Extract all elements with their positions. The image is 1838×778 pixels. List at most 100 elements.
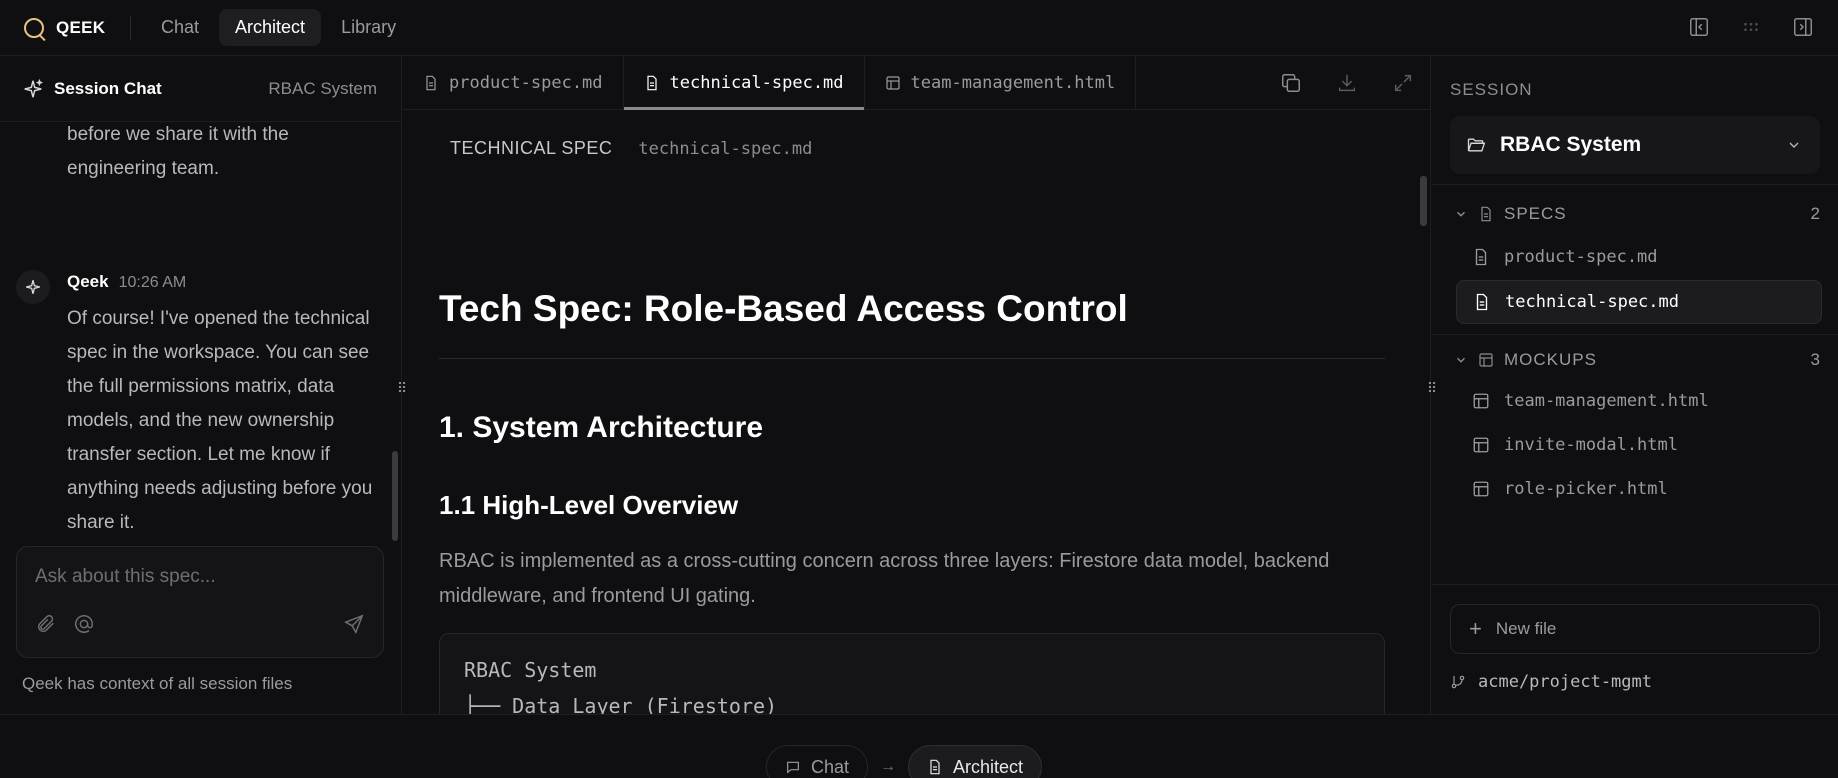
session-panel: SESSION RBAC System SPECS 2 product-spec…	[1432, 56, 1838, 714]
group-label: MOCKUPS	[1504, 350, 1597, 369]
top-right-controls	[1688, 16, 1814, 38]
group-count: 3	[1810, 350, 1820, 369]
app-root: QEEK Chat Architect Library Session Chat…	[0, 0, 1838, 778]
editor-scrollbar[interactable]	[1420, 176, 1427, 226]
chat-composer	[16, 546, 384, 658]
group-count: 2	[1810, 204, 1820, 223]
folder-icon	[1467, 138, 1486, 152]
group-mockups[interactable]: MOCKUPS 3	[1454, 350, 1820, 370]
message-time: 10:26 AM	[118, 274, 187, 291]
download-icon[interactable]	[1336, 72, 1358, 94]
editor-panel: product-spec.md technical-spec.md team-m…	[403, 56, 1431, 714]
divider	[130, 15, 131, 40]
sparkle-icon	[26, 280, 40, 294]
layout-icon	[1473, 481, 1489, 497]
sparkle-icon	[24, 78, 44, 97]
context-note: Qeek has context of all session files	[22, 674, 293, 693]
title-divider	[439, 358, 1385, 359]
code-block: RBAC System ├── Data Layer (Firestore) │…	[439, 633, 1385, 714]
editor-actions	[1280, 72, 1414, 94]
grip-dots-icon[interactable]	[1740, 16, 1762, 38]
chat-input[interactable]	[35, 563, 365, 591]
toggle-left-panel-icon[interactable]	[1688, 16, 1710, 38]
layout-icon	[1473, 393, 1489, 409]
chevron-down-icon	[1457, 357, 1465, 363]
mention-icon[interactable]	[73, 613, 95, 635]
tab-team-management[interactable]: team-management.html	[865, 56, 1137, 109]
tab-product-spec[interactable]: product-spec.md	[403, 56, 624, 109]
bottom-bar: Chat → Architect	[0, 714, 1838, 778]
arrow-right-icon: →	[880, 758, 897, 775]
file-item-product-spec[interactable]: product-spec.md	[1456, 235, 1822, 279]
send-icon[interactable]	[343, 613, 365, 635]
plus-icon: +	[1469, 616, 1482, 641]
doc-filename: technical-spec.md	[638, 139, 813, 159]
file-icon	[1481, 206, 1491, 222]
session-selector[interactable]: RBAC System	[1450, 116, 1820, 174]
file-label: invite-modal.html	[1504, 435, 1678, 455]
mode-architect-button[interactable]: Architect	[908, 745, 1043, 778]
file-item-invite-modal[interactable]: invite-modal.html	[1456, 423, 1822, 467]
session-name: RBAC System	[1500, 133, 1642, 156]
tab-label: technical-spec.md	[669, 72, 844, 93]
brand[interactable]: QEEK	[0, 17, 130, 38]
message-body: Of course! I've opened the technical spe…	[67, 308, 373, 533]
message-header: Qeek 10:26 AM	[67, 272, 186, 292]
file-icon	[1475, 248, 1487, 266]
tab-technical-spec[interactable]: technical-spec.md	[623, 56, 865, 110]
file-item-role-picker[interactable]: role-picker.html	[1456, 467, 1822, 511]
chat-messages[interactable]: before we share it with the engineering …	[0, 122, 400, 540]
session-label: SESSION	[1450, 80, 1533, 99]
chevron-down-icon	[1789, 142, 1799, 148]
file-label: role-picker.html	[1504, 479, 1668, 499]
chat-scrollbar[interactable]	[392, 451, 398, 541]
chat-context-label: RBAC System	[268, 78, 377, 98]
doc-title: Tech Spec: Role-Based Access Control	[439, 288, 1128, 329]
git-branch-icon	[1451, 675, 1465, 689]
mode-chat-button[interactable]: Chat	[766, 745, 869, 778]
file-icon	[1476, 293, 1488, 311]
expand-icon[interactable]	[1392, 72, 1414, 94]
qeek-logo-icon	[24, 17, 44, 38]
subsection-heading: 1.1 High-Level Overview	[439, 490, 739, 520]
group-specs[interactable]: SPECS 2	[1454, 204, 1820, 224]
file-tabs: product-spec.md technical-spec.md team-m…	[403, 56, 1430, 110]
nav-tab-library[interactable]: Library	[325, 9, 412, 46]
divider	[1432, 184, 1838, 185]
previous-message-text: before we share it with the engineering …	[67, 124, 289, 179]
file-label: technical-spec.md	[1505, 292, 1679, 312]
new-file-label: New file	[1495, 619, 1557, 638]
toggle-right-panel-icon[interactable]	[1792, 16, 1814, 38]
top-bar: QEEK Chat Architect Library	[0, 0, 1838, 56]
repo-link[interactable]: acme/project-mgmt	[1450, 672, 1652, 692]
chevron-down-icon	[1457, 211, 1465, 217]
chat-bubble-icon	[787, 761, 799, 774]
layout-icon	[1479, 353, 1493, 367]
paperclip-icon[interactable]	[35, 613, 57, 635]
divider	[1432, 334, 1838, 335]
file-item-team-management[interactable]: team-management.html	[1456, 379, 1822, 423]
chat-title: Session Chat	[54, 78, 162, 98]
divider	[1432, 584, 1838, 585]
file-icon	[426, 75, 436, 90]
session-chat-panel: Session Chat RBAC System before we share…	[0, 56, 402, 714]
brand-name: QEEK	[56, 17, 106, 37]
qeek-avatar	[16, 270, 50, 304]
document-content[interactable]: Tech Spec: Role-Based Access Control 1. …	[439, 166, 1385, 714]
message-author: Qeek	[67, 272, 109, 291]
overview-paragraph: RBAC is implemented as a cross-cutting c…	[439, 550, 1330, 607]
chat-header: Session Chat RBAC System	[0, 56, 401, 122]
tab-label: product-spec.md	[449, 72, 603, 93]
mode-switcher: Chat → Architect	[766, 745, 1043, 778]
nav-tab-chat[interactable]: Chat	[145, 9, 215, 46]
repo-name: acme/project-mgmt	[1478, 672, 1652, 692]
file-item-technical-spec[interactable]: technical-spec.md	[1456, 280, 1822, 324]
layout-icon	[1473, 437, 1489, 453]
nav-tab-architect[interactable]: Architect	[219, 9, 322, 46]
mode-label: Chat	[811, 756, 850, 777]
group-label: SPECS	[1504, 204, 1567, 223]
doc-header: TECHNICAL SPEC technical-spec.md	[450, 138, 812, 159]
copy-icon[interactable]	[1280, 72, 1302, 94]
new-file-button[interactable]: + New file	[1450, 604, 1820, 654]
tab-label: team-management.html	[910, 72, 1116, 93]
